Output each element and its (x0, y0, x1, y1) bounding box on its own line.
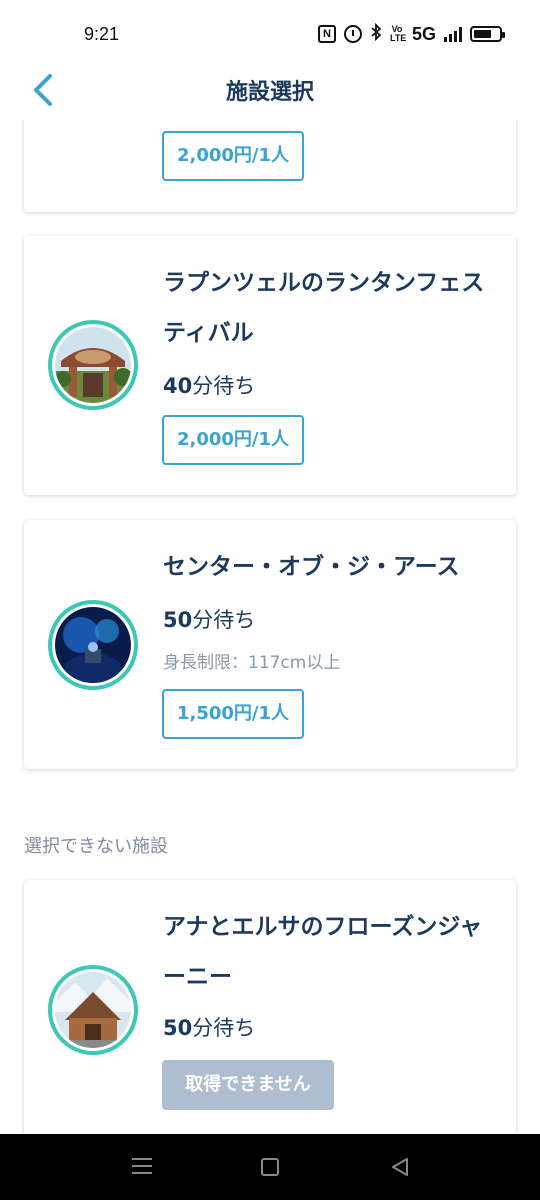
wait-time-unit: 分待ち (192, 608, 256, 632)
wait-time: 50分待ち (163, 1012, 255, 1042)
volte-icon: Vo LTE (389, 24, 407, 43)
alarm-icon (343, 25, 362, 43)
facility-thumbnail (48, 600, 138, 690)
wait-time-unit: 分待ち (192, 374, 256, 398)
bluetooth-icon (370, 22, 382, 46)
menu-icon[interactable] (132, 1158, 152, 1174)
page-title: 施設選択 (225, 80, 314, 105)
price-button[interactable]: 2,000円/1人 (162, 131, 304, 181)
facility-card[interactable]: 2,000円/1人 (24, 120, 516, 212)
wait-time: 50分待ち (163, 604, 255, 634)
wait-time-unit: 分待ち (192, 1016, 256, 1040)
facility-card[interactable]: ラプンツェルのランタンフェスティバル 40分待ち 2,000円/1人 (24, 236, 516, 495)
facility-card-unavailable: アナとエルサのフローズンジャーニー 50分待ち 取得できません (24, 880, 516, 1134)
facility-name: アナとエルサのフローズンジャーニー (163, 914, 483, 990)
facility-thumbnail (48, 965, 138, 1055)
height-limit: 身長制限：117cm以上 (163, 653, 341, 673)
wait-time-number: 50 (163, 608, 193, 632)
wait-time-number: 50 (163, 1016, 193, 1040)
status-time: 9:21 (84, 24, 120, 44)
status-icons: N Vo LTE 5G (317, 22, 505, 46)
status-bar: 9:21 N Vo LTE 5G (0, 0, 540, 68)
facility-name: ラプンツェルのランタンフェスティバル (163, 270, 485, 346)
back-triangle-icon[interactable] (390, 1156, 410, 1178)
nfc-icon: N (317, 25, 336, 43)
home-icon[interactable] (261, 1158, 279, 1176)
unavailable-button: 取得できません (162, 1060, 334, 1110)
price-button[interactable]: 1,500円/1人 (162, 689, 304, 739)
system-nav-bar (0, 1134, 540, 1200)
price-button[interactable]: 2,000円/1人 (162, 415, 304, 465)
unavailable-section-label: 選択できない施設 (24, 836, 168, 857)
battery-icon (470, 26, 505, 42)
facility-card[interactable]: センター・オブ・ジ・アース 50分待ち 身長制限：117cm以上 1,500円/… (24, 520, 516, 769)
facility-name: センター・オブ・ジ・アース (163, 554, 460, 580)
app-header: 施設選択 (0, 68, 540, 120)
facility-thumbnail (48, 320, 138, 410)
signal-icon (444, 26, 462, 42)
wait-time-number: 40 (163, 374, 193, 398)
facility-list[interactable]: 2,000円/1人 ラプンツェルのランタンフェスティバル 40分待ち 2,000… (0, 120, 540, 1134)
wait-time: 40分待ち (163, 370, 255, 400)
network-type: 5G (411, 23, 436, 44)
